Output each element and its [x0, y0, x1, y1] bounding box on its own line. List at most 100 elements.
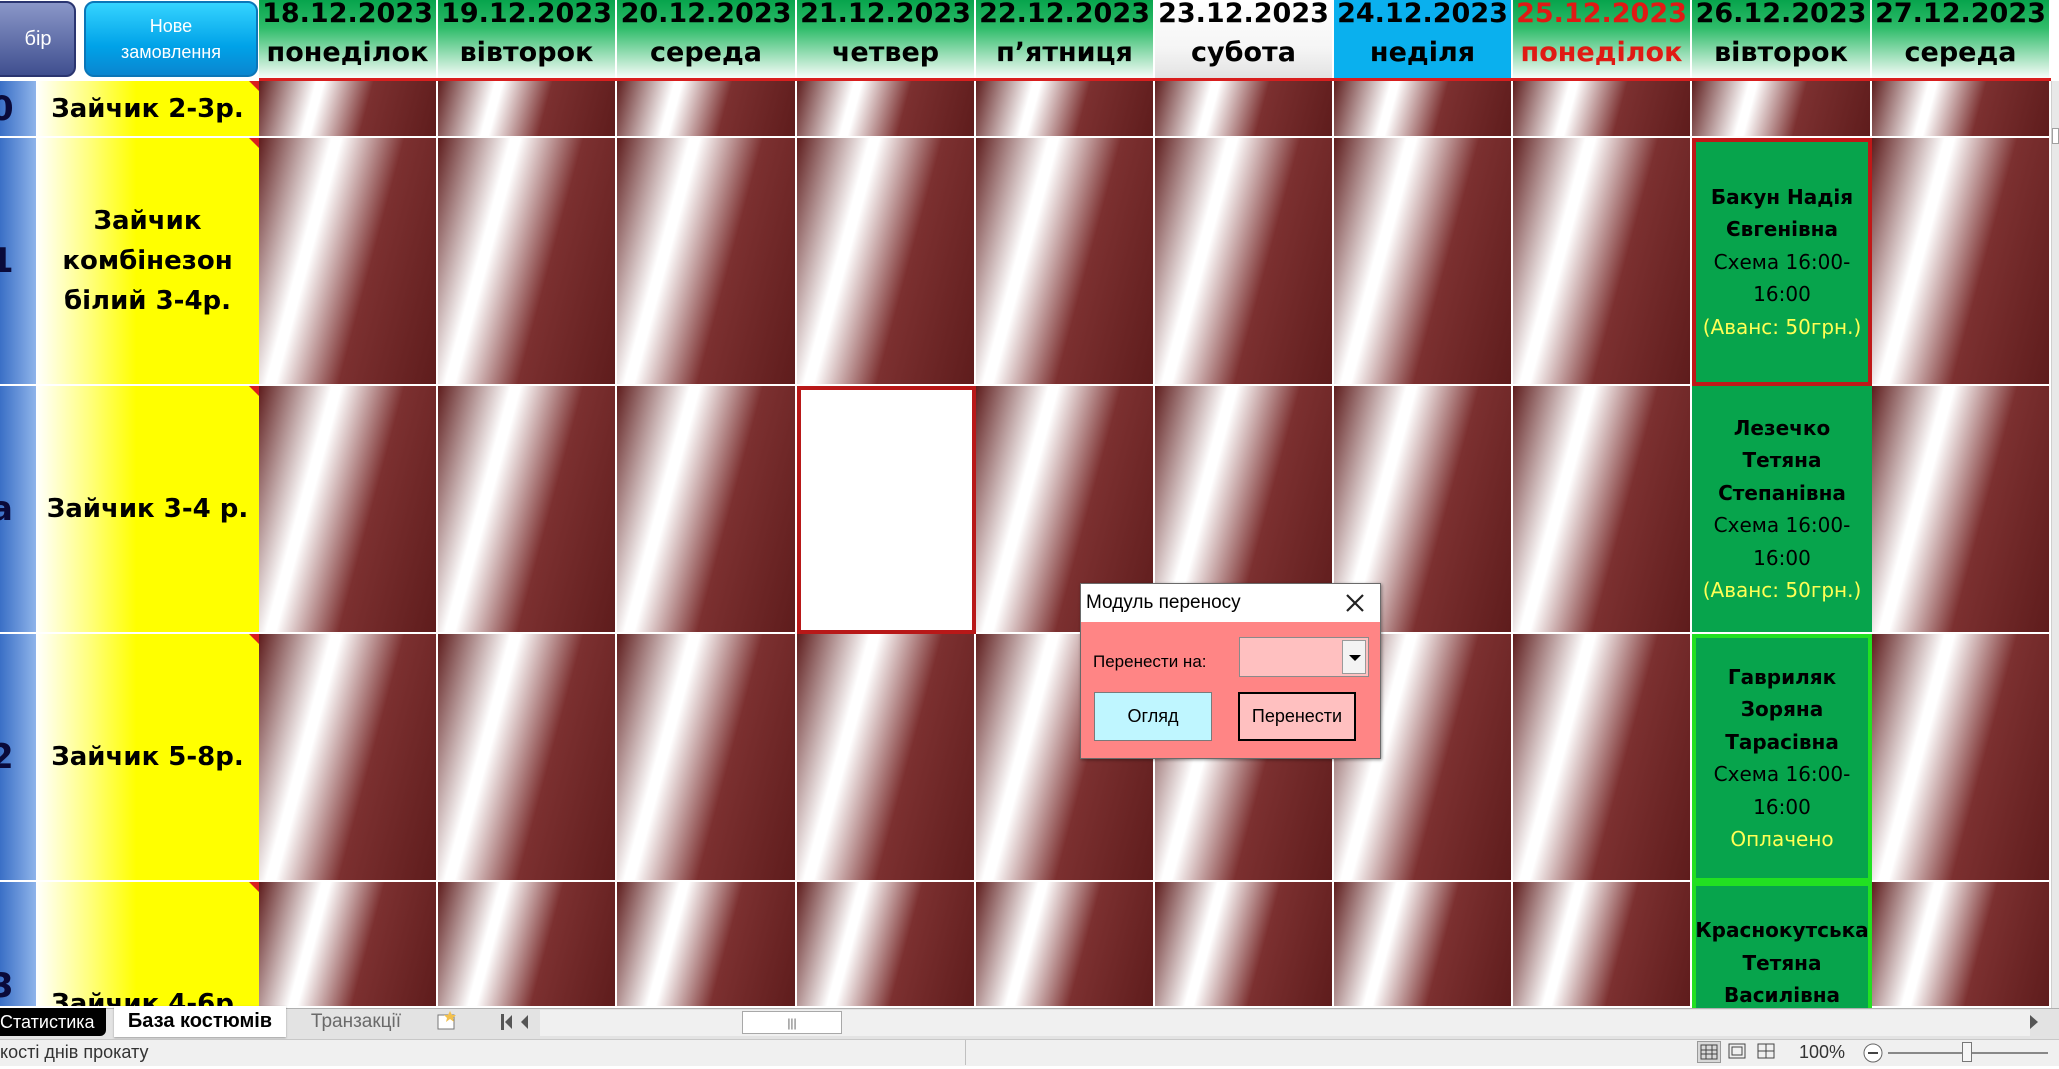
tab-scroll-left-icon[interactable]: [500, 1012, 514, 1032]
order-cell[interactable]: Бакун Надія Євгенівна Схема 16:00-16:00 …: [1692, 138, 1872, 386]
move-button[interactable]: Перенести: [1238, 692, 1356, 741]
schedule-cell[interactable]: [1513, 386, 1692, 634]
page-break-icon[interactable]: [1755, 1041, 1779, 1063]
status-bar: [0, 1039, 2059, 1066]
schedule-cell[interactable]: [1334, 138, 1513, 386]
schedule-cell[interactable]: [259, 81, 438, 138]
schedule-cell[interactable]: [1155, 138, 1334, 386]
order-cell[interactable]: Лезечко Тетяна Степанівна Схема 16:00-16…: [1692, 386, 1872, 634]
schedule-cell[interactable]: [1155, 81, 1334, 138]
scroll-right-icon[interactable]: [2026, 1012, 2042, 1032]
date-header-25[interactable]: 25.12.2023 понеділок: [1513, 0, 1692, 80]
schedule-cell[interactable]: [617, 634, 797, 882]
header-weekday: середа: [1904, 37, 2017, 68]
sheet-tab-transactions[interactable]: Транзакції: [296, 1008, 416, 1036]
row-index-1: 1: [0, 138, 36, 386]
schedule-cell[interactable]: [1872, 81, 2051, 138]
date-header-21[interactable]: 21.12.2023 четвер: [797, 0, 976, 80]
schedule-cell[interactable]: [976, 882, 1155, 1008]
header-date: 26.12.2023: [1695, 0, 1867, 29]
schedule-cell[interactable]: [438, 386, 617, 634]
schedule-cell[interactable]: [1872, 882, 2051, 1008]
vertical-scroll-thumb[interactable]: [2052, 128, 2059, 144]
schedule-cell[interactable]: [1872, 634, 2051, 882]
header-weekday: четвер: [831, 37, 940, 68]
sheet-tab-costumes[interactable]: База костюмів: [114, 1006, 286, 1037]
row-index-3: 2: [0, 634, 36, 882]
date-header-26[interactable]: 26.12.2023 вівторок: [1692, 0, 1872, 80]
schedule-cell[interactable]: [259, 882, 438, 1008]
order-scheme: Схема 16:00-16:00: [1713, 762, 1851, 819]
header-weekday: пʼятниця: [996, 37, 1133, 68]
costume-label-4[interactable]: Зайчик 4-6р.: [36, 882, 259, 1008]
schedule-cell[interactable]: [259, 138, 438, 386]
costume-label-3[interactable]: Зайчик 5-8р.: [36, 634, 259, 882]
chevron-down-icon[interactable]: [1342, 640, 1366, 674]
schedule-cell[interactable]: [438, 634, 617, 882]
zoom-level[interactable]: 100%: [1799, 1041, 1845, 1063]
schedule-cell[interactable]: [617, 386, 797, 634]
order-customer-name: Лезечко Тетяна Степанівна: [1718, 415, 1846, 505]
vertical-scrollbar[interactable]: [2051, 81, 2059, 1008]
zoom-slider-thumb[interactable]: [1962, 1042, 1972, 1062]
schedule-cell[interactable]: [1513, 634, 1692, 882]
normal-view-icon[interactable]: [1697, 1041, 1721, 1063]
close-icon[interactable]: [1341, 589, 1369, 617]
view-button[interactable]: Огляд: [1094, 692, 1212, 741]
new-sheet-icon[interactable]: [432, 1009, 462, 1035]
schedule-cell[interactable]: [259, 386, 438, 634]
date-header-24[interactable]: 24.12.2023 неділя: [1334, 0, 1513, 80]
schedule-cell[interactable]: [797, 882, 976, 1008]
tab-scroll-prev-icon[interactable]: [518, 1012, 530, 1032]
schedule-cell[interactable]: [617, 138, 797, 386]
order-payment: (Аванс: 50грн.): [1702, 578, 1862, 602]
date-header-23[interactable]: 23.12.2023 субота: [1155, 0, 1334, 80]
schedule-cell[interactable]: [1513, 882, 1692, 1008]
schedule-cell[interactable]: [1513, 138, 1692, 386]
date-header-20[interactable]: 20.12.2023 середа: [617, 0, 797, 80]
schedule-cell[interactable]: [976, 81, 1155, 138]
schedule-cell[interactable]: [438, 882, 617, 1008]
schedule-cell[interactable]: [438, 138, 617, 386]
schedule-cell[interactable]: [797, 138, 976, 386]
order-cell[interactable]: Гавриляк Зоряна Тарасівна Схема 16:00-16…: [1692, 634, 1872, 882]
move-to-combobox[interactable]: [1239, 637, 1369, 677]
page-layout-icon[interactable]: [1726, 1041, 1750, 1063]
horizontal-scroll-thumb[interactable]: |||: [742, 1011, 842, 1034]
schedule-cell[interactable]: [797, 634, 976, 882]
schedule-cell[interactable]: [976, 138, 1155, 386]
schedule-cell[interactable]: [617, 81, 797, 138]
dialog-title-bar[interactable]: Модуль переносу: [1081, 584, 1380, 622]
costume-label-2[interactable]: Зайчик 3-4 р.: [36, 386, 259, 634]
schedule-cell[interactable]: [1155, 882, 1334, 1008]
header-date: 22.12.2023: [979, 0, 1150, 29]
sheet-tab-statistics[interactable]: Статистика: [0, 1008, 106, 1036]
schedule-cell[interactable]: [259, 634, 438, 882]
schedule-cell[interactable]: [1334, 81, 1513, 138]
schedule-cell[interactable]: [617, 882, 797, 1008]
order-cell[interactable]: Краснокутська Тетяна Василівна: [1692, 882, 1872, 1008]
row-index-0: 0: [0, 81, 36, 138]
date-header-27[interactable]: 27.12.2023 середа: [1872, 0, 2051, 80]
header-weekday: вівторок: [459, 37, 594, 68]
order-scheme: Схема 16:00-16:00: [1713, 249, 1851, 307]
new-order-button[interactable]: Нове замовлення: [84, 1, 258, 77]
date-header-18[interactable]: 18.12.2023 понеділок: [259, 0, 438, 80]
schedule-cell[interactable]: [1872, 138, 2051, 386]
date-header-22[interactable]: 22.12.2023 пʼятниця: [976, 0, 1155, 80]
date-header-19[interactable]: 19.12.2023 вівторок: [438, 0, 617, 80]
selected-cell[interactable]: [797, 386, 976, 634]
zoom-out-icon[interactable]: [1862, 1042, 1884, 1064]
costume-label-1[interactable]: Зайчик комбінезон білий 3-4р.: [36, 138, 259, 386]
header-weekday: вівторок: [1714, 37, 1848, 68]
header-date: 23.12.2023: [1158, 0, 1329, 29]
schedule-cell[interactable]: [1334, 882, 1513, 1008]
costume-label-0[interactable]: Зайчик 2-3р.: [36, 81, 259, 138]
schedule-cell[interactable]: [1692, 81, 1872, 138]
move-dialog: Модуль переносу Перенести на: Огляд Пере…: [1080, 583, 1381, 759]
menu-button[interactable]: бір: [0, 1, 76, 77]
schedule-cell[interactable]: [797, 81, 976, 138]
schedule-cell[interactable]: [1513, 81, 1692, 138]
schedule-cell[interactable]: [438, 81, 617, 138]
schedule-cell[interactable]: [1872, 386, 2051, 634]
